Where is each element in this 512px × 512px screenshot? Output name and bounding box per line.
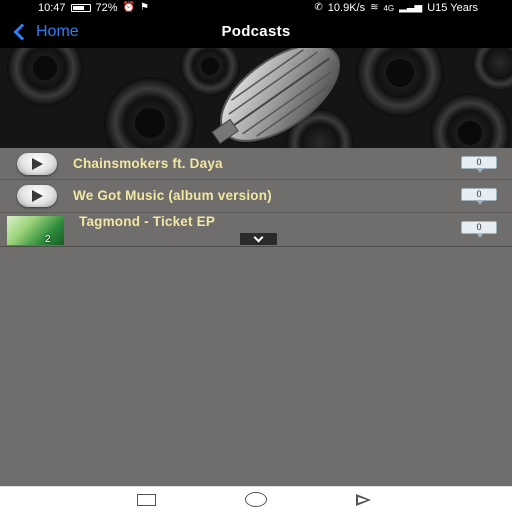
expand-button[interactable] <box>240 232 277 245</box>
wifi-icon: ≋ <box>370 2 379 13</box>
list-item[interactable]: Chainsmokers ft. Daya 0 <box>0 148 512 180</box>
microphone-image <box>0 48 512 148</box>
status-right: ✆ 10.9K/s ≋ 4G ▂▃▅ U15 Years <box>314 2 478 14</box>
play-icon <box>32 158 43 170</box>
track-title: We Got Music (album version) <box>73 188 272 203</box>
navigation-bar: Home Podcasts <box>0 16 512 48</box>
track-title: Tagmond - Ticket EP <box>79 214 216 229</box>
microphone-banner <box>0 48 512 148</box>
notification-icon: ⚑ <box>140 2 149 13</box>
system-navigation-bar <box>0 486 512 512</box>
status-bar: 10:47 72% ⏰ ⚑ ✆ 10.9K/s ≋ 4G ▂▃▅ U15 Yea… <box>0 0 512 16</box>
list-item[interactable]: We Got Music (album version) 0 <box>0 180 512 213</box>
status-left: 10:47 72% ⏰ ⚑ <box>38 2 149 14</box>
list-item[interactable]: 2 Tagmond - Ticket EP 0 <box>0 213 512 247</box>
triangle-icon[interactable] <box>356 494 371 506</box>
call-icon: ✆ <box>314 2 323 13</box>
play-button[interactable] <box>17 153 57 175</box>
battery-percent: 72% <box>95 2 118 14</box>
track-title: Chainsmokers ft. Daya <box>73 156 223 171</box>
podcast-list: Chainsmokers ft. Daya 0 We Got Music (al… <box>0 148 512 486</box>
page-title: Podcasts <box>221 23 291 40</box>
circle-icon[interactable] <box>245 492 267 507</box>
clock: 10:47 <box>38 2 66 14</box>
carrier-name: U15 Years <box>427 2 478 14</box>
square-icon[interactable] <box>137 494 156 506</box>
comment-count-badge[interactable]: 0 <box>461 188 497 205</box>
signal-icon: ▂▃▅ <box>399 2 423 13</box>
alarm-icon: ⏰ <box>122 2 136 13</box>
comment-count-badge[interactable]: 0 <box>461 156 497 173</box>
album-thumbnail[interactable]: 2 <box>7 216 64 245</box>
thumbnail-label: 2 <box>45 234 51 245</box>
network-type: 4G <box>383 3 395 13</box>
battery-icon <box>70 4 91 12</box>
network-speed: 10.9K/s <box>327 2 366 14</box>
play-icon <box>32 190 43 202</box>
play-button[interactable] <box>17 185 57 207</box>
chevron-down-icon <box>253 232 264 243</box>
comment-count-badge[interactable]: 0 <box>461 221 497 238</box>
